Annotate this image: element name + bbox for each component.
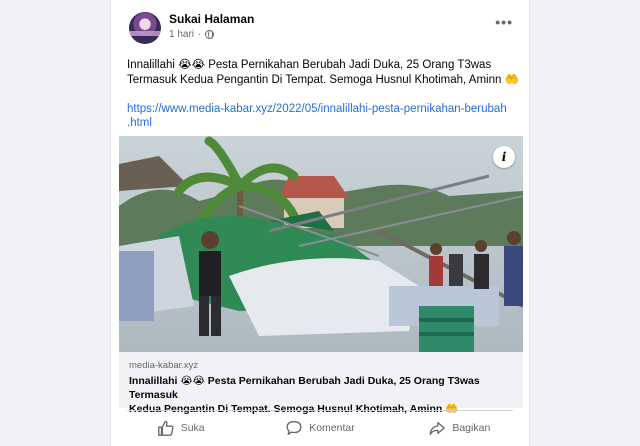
like-button[interactable]: Suka [111, 414, 250, 442]
post-link-line-1[interactable]: https://www.media-kabar.xyz/2022/05/inna… [127, 102, 519, 116]
comment-button[interactable]: Komentar [250, 414, 389, 442]
post-card: Sukai Halaman 1 hari · ••• Innalillahi 😭… [110, 0, 530, 446]
post-link-line-2[interactable]: .html [127, 116, 519, 130]
post-timestamp[interactable]: 1 hari [169, 29, 194, 40]
link-preview-domain: media-kabar.xyz [129, 360, 199, 371]
page-avatar[interactable] [129, 12, 161, 44]
share-icon [429, 421, 446, 435]
like-icon [157, 420, 174, 436]
link-preview-image[interactable]: i [119, 136, 523, 352]
post-text-line-2: Termasuk Kedua Pengantin Di Tempat. Semo… [127, 74, 519, 86]
globe-icon [205, 30, 215, 39]
post-text-line-1: Innalillahi 😭😭 Pesta Pernikahan Berubah … [127, 59, 492, 71]
post-meta: 1 hari · [169, 29, 215, 40]
post-link[interactable]: https://www.media-kabar.xyz/2022/05/inna… [127, 102, 519, 130]
like-label: Suka [180, 422, 205, 434]
comment-label: Komentar [309, 422, 355, 434]
share-label: Bagikan [452, 422, 491, 434]
comment-icon [286, 421, 302, 435]
post-header: Sukai Halaman 1 hari · ••• [127, 12, 517, 48]
link-preview[interactable]: media-kabar.xyz Innalillahi 😭😭 Pesta Per… [119, 352, 523, 415]
post-actions: Suka Komentar Bagikan [111, 414, 529, 442]
page-name[interactable]: Sukai Halaman [169, 12, 254, 26]
share-button[interactable]: Bagikan [390, 414, 529, 442]
info-icon[interactable]: i [493, 146, 515, 168]
link-preview-title-line-1: Innalillahi 😭😭 Pesta Pernikahan Berubah … [129, 375, 480, 401]
more-options-icon[interactable]: ••• [495, 14, 513, 30]
divider [127, 410, 513, 411]
post-text: Innalillahi 😭😭 Pesta Pernikahan Berubah … [127, 58, 519, 88]
collapsed-tent-photo [119, 136, 523, 352]
